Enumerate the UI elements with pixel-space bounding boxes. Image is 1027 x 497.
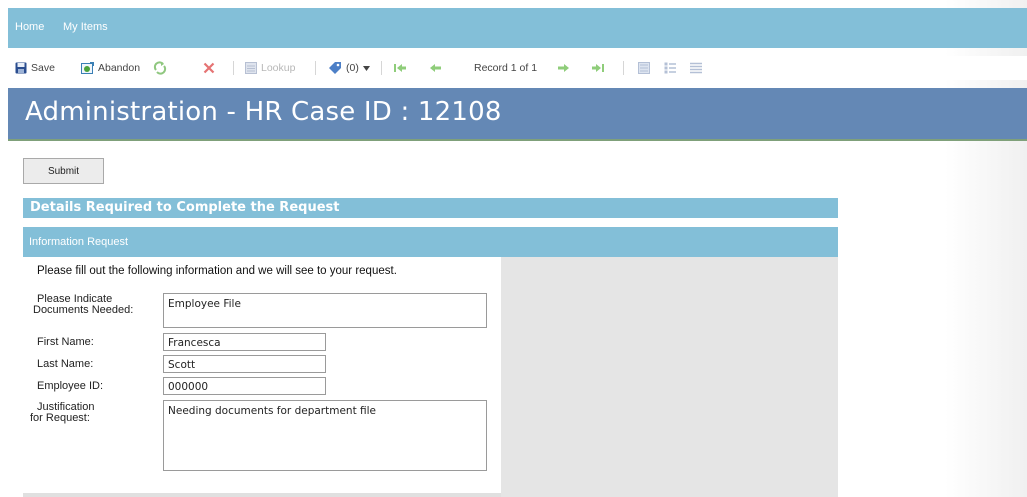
submit-button[interactable]: Submit: [23, 158, 104, 184]
justification-label-line-2: for Request:: [30, 412, 90, 424]
toolbar-separator: [381, 61, 382, 75]
last-record-icon: [592, 64, 604, 72]
section-header: Details Required to Complete the Request: [23, 198, 838, 218]
documents-needed-label-line-1: Please Indicate: [37, 293, 113, 305]
record-indicator: Record 1 of 1: [474, 60, 537, 76]
attachments-count: (0): [346, 62, 359, 74]
last-name-field[interactable]: Scott: [163, 355, 326, 373]
save-icon: [15, 62, 27, 74]
chevron-down-icon: [362, 65, 370, 71]
last-name-label: Last Name:: [37, 358, 94, 370]
previous-arrow-icon: [430, 64, 441, 72]
toolbar-separator: [623, 61, 624, 75]
form-view-icon: [638, 62, 650, 74]
abandon-icon: [81, 61, 94, 74]
form-intro-text: Please fill out the following informatio…: [37, 265, 397, 277]
list-view-button[interactable]: [664, 60, 676, 76]
employee-id-field[interactable]: 000000: [163, 377, 326, 395]
grid-view-button[interactable]: [690, 60, 702, 76]
attachment-tag-icon: [329, 62, 341, 74]
previous-record-button[interactable]: [430, 60, 441, 76]
grid-view-icon: [690, 62, 702, 74]
lookup-label: Lookup: [261, 62, 296, 74]
refresh-button[interactable]: [153, 60, 167, 76]
save-button[interactable]: Save: [15, 60, 55, 76]
attachments-button[interactable]: (0): [328, 60, 370, 76]
delete-button[interactable]: [203, 60, 215, 76]
delete-icon: [203, 62, 215, 74]
documents-needed-field[interactable]: Employee File: [163, 293, 487, 328]
last-record-button[interactable]: [592, 60, 604, 76]
employee-id-label: Employee ID:: [37, 380, 104, 392]
toolbar: Save Abandon Lookup (0) Record 1 of 1: [8, 56, 1027, 80]
abandon-label: Abandon: [98, 62, 141, 74]
record-label: Record 1 of 1: [474, 62, 538, 74]
toolbar-separator: [315, 61, 316, 75]
next-arrow-icon: [558, 64, 569, 72]
top-nav: Home My Items: [8, 8, 1027, 48]
list-view-icon: [664, 62, 676, 74]
lookup-button[interactable]: Lookup: [245, 60, 295, 76]
next-record-button[interactable]: [558, 60, 569, 76]
abandon-button[interactable]: Abandon: [81, 60, 140, 76]
title-banner: Administration - HR Case ID : 12108: [8, 88, 1027, 141]
toolbar-separator: [233, 61, 234, 75]
page-title: Administration - HR Case ID : 12108: [25, 97, 502, 127]
nav-my-items-link[interactable]: My Items: [63, 21, 108, 33]
save-label: Save: [31, 62, 55, 74]
nav-home-link[interactable]: Home: [15, 21, 44, 33]
first-record-icon: [394, 64, 406, 72]
refresh-icon: [153, 61, 167, 75]
subsection-header: Information Request: [23, 227, 838, 257]
first-name-field[interactable]: Francesca: [163, 333, 326, 351]
first-name-label: First Name:: [37, 336, 94, 348]
documents-needed-label-line-2: Documents Needed:: [33, 304, 134, 316]
form-view-button[interactable]: [638, 60, 650, 76]
lookup-icon: [245, 62, 257, 74]
first-record-button[interactable]: [394, 60, 406, 76]
panel-bottom-border: [23, 493, 501, 497]
justification-label-line-1: Justification: [37, 401, 95, 413]
justification-field[interactable]: Needing documents for department file: [163, 400, 487, 471]
